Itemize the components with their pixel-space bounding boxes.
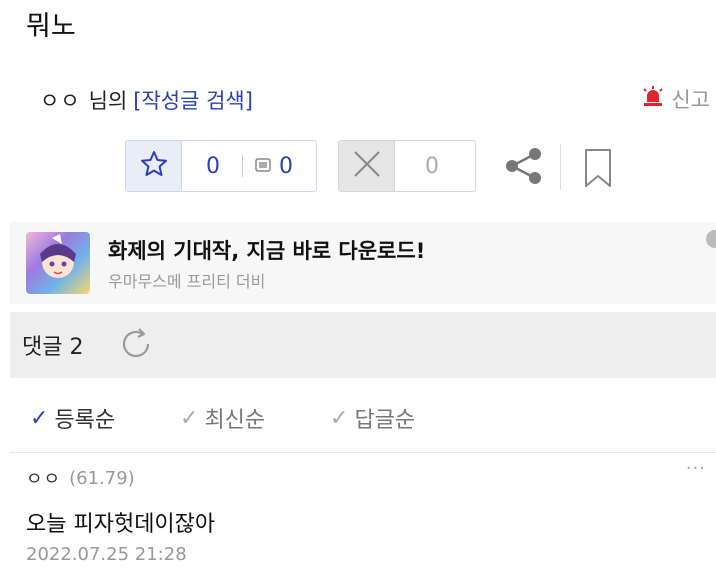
comment-label: 댓글 [22,335,63,360]
sort-label: 답글순 [354,408,416,433]
ad-thumbnail [26,232,90,294]
report-label: 신고 [671,88,710,112]
downvote-box: 0 [338,140,476,192]
vote-divider [242,155,243,177]
ad-title: 화제의 기대작, 지금 바로 다운로드! [108,239,426,263]
author-suffix: 님의 [88,89,128,113]
sort-registered[interactable]: ✓ 등록순 [30,402,115,434]
refresh-icon [118,328,154,366]
ad-info-icon[interactable] [706,230,716,248]
author-posts-search-link[interactable]: [작성글 검색] [133,85,253,115]
bookmark-icon [583,149,613,192]
report-button[interactable]: 신고 [641,84,710,114]
recommend-count: 0 [206,153,220,179]
downvote-button[interactable] [339,141,395,191]
sort-label: 최신순 [204,408,266,433]
comment-more-menu[interactable]: ··· [686,458,706,479]
share-button[interactable] [503,146,545,190]
comment-author: ㅇㅇ (61.79) [26,465,135,491]
author-line: ㅇㅇ 님의 [작성글 검색] [40,85,253,115]
divider [10,452,716,453]
comment-text: 오늘 피자헛데이잖아 [26,512,216,537]
fixed-recommend-count: 0 [279,153,293,179]
comment-count-label: 댓글 2 [22,329,83,361]
comment-date: 2022.07.25 21:28 [26,544,187,565]
post-title: 뭐노 [26,11,76,42]
check-icon: ✓ [30,405,49,431]
check-icon: ✓ [330,405,349,431]
comment-count: 2 [69,335,84,360]
ad-subtitle: 우마무스메 프리티 더비 [108,272,266,291]
comment-ip: (61.79) [69,467,135,489]
downvote-count: 0 [425,153,439,179]
share-icon [503,148,545,190]
bookmark-button[interactable] [583,148,613,192]
sort-latest[interactable]: ✓ 최신순 [180,402,265,434]
recommend-button[interactable] [126,141,182,191]
sort-replies[interactable]: ✓ 답글순 [330,402,415,434]
x-icon [350,147,384,185]
ad-banner[interactable]: 화제의 기대작, 지금 바로 다운로드! 우마무스메 프리티 더비 [10,222,716,304]
recommend-box: 0 0 [125,140,317,192]
star-thumb-icon [139,149,169,183]
check-icon: ✓ [180,405,199,431]
author-nickname[interactable]: ㅇㅇ [40,85,81,115]
comment-header: 댓글 2 [10,312,716,378]
action-divider [560,144,561,190]
fixed-member-icon [255,157,271,176]
comment-nickname[interactable]: ㅇㅇ [26,465,61,491]
siren-icon [641,85,665,113]
sort-label: 등록순 [54,408,116,433]
refresh-button[interactable] [118,326,154,366]
